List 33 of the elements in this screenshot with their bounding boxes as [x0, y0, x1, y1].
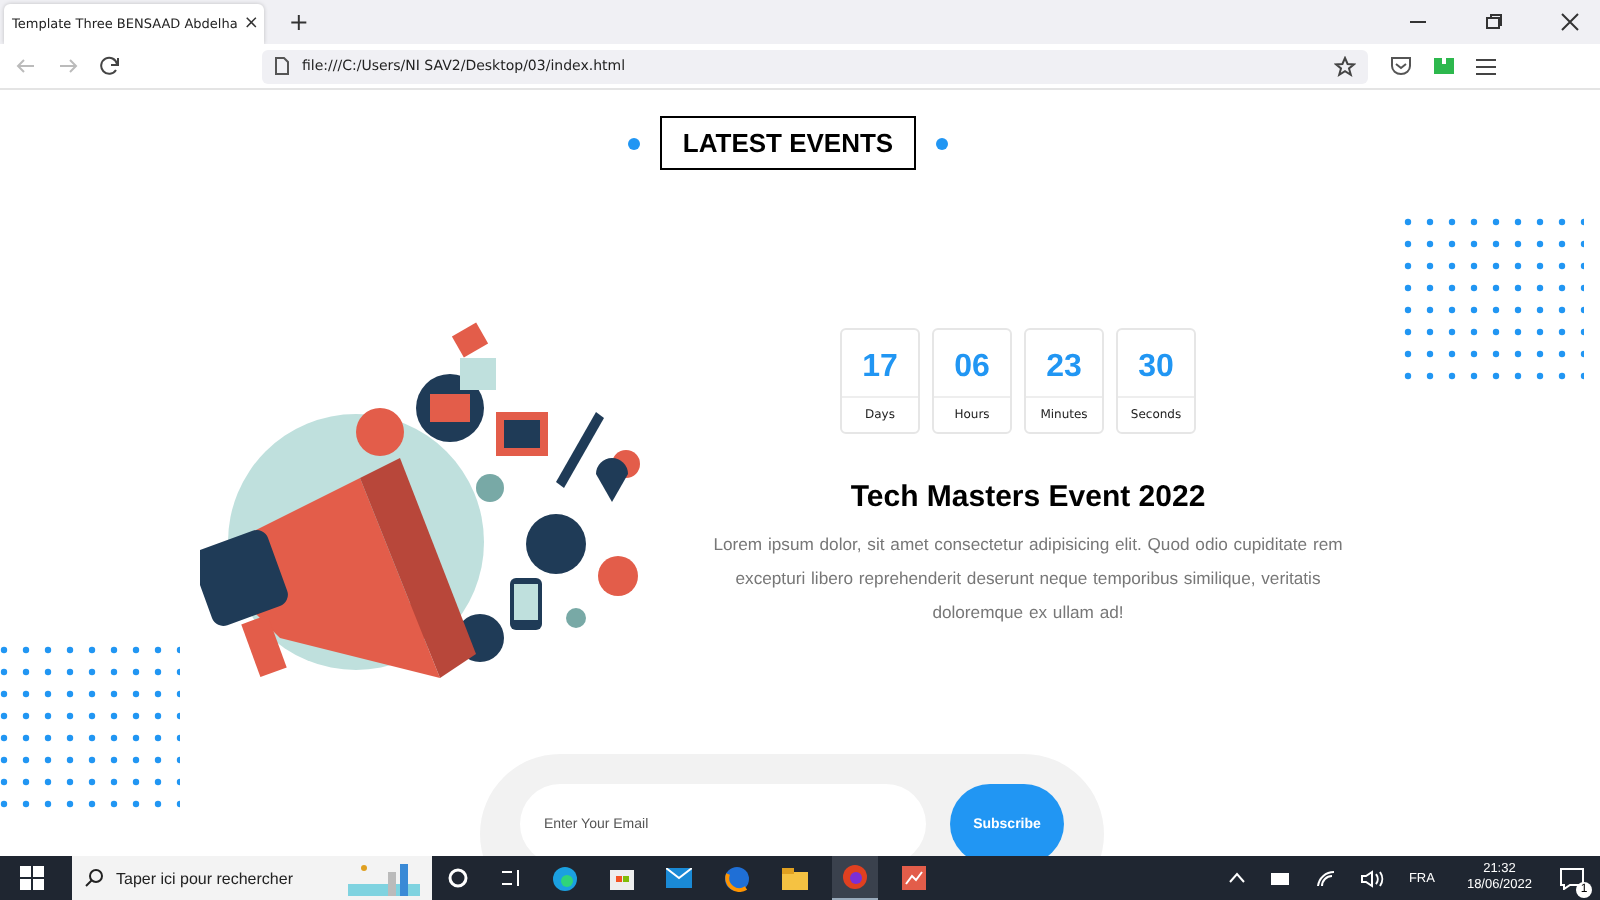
star-icon[interactable]: [1334, 55, 1356, 77]
page-icon: [274, 56, 290, 76]
cortana-icon[interactable]: [448, 868, 468, 888]
store-icon[interactable]: [610, 866, 634, 890]
heading-dot: [935, 137, 948, 149]
countdown-value: 06: [934, 330, 1010, 398]
restore-icon[interactable]: [1484, 12, 1504, 32]
heading-dot: [628, 137, 641, 149]
caret-up-icon[interactable]: [1228, 872, 1247, 884]
countdown-value: 23: [1026, 330, 1102, 398]
reload-icon[interactable]: [100, 56, 120, 76]
countdown-value: 30: [1118, 330, 1194, 398]
mail-icon[interactable]: [666, 868, 692, 888]
windows-start-icon[interactable]: [20, 866, 44, 890]
speaker-icon[interactable]: [1360, 869, 1385, 887]
firefox-icon[interactable]: [724, 865, 750, 891]
search-icon: [84, 868, 104, 888]
event-title: Tech Masters Event 2022: [850, 480, 1206, 514]
event-description: Lorem ipsum dolor, sit amet consectetur adipisicing elit. Quod odio cupiditate rem excepturi libero reprehenderit deserunt neque temporibus similique, veritatis doloremque ex ullam ad!: [711, 532, 1345, 626]
shield-icon[interactable]: [1390, 56, 1412, 76]
extension-icon[interactable]: [1434, 58, 1454, 74]
edge-icon[interactable]: [552, 865, 578, 891]
search-placeholder: Taper ici pour rechercher: [116, 869, 293, 887]
menu-icon[interactable]: [1476, 57, 1496, 75]
tab-close-button[interactable]: ×: [243, 14, 259, 34]
folder-icon[interactable]: [782, 867, 808, 889]
new-tab-button[interactable]: +: [288, 8, 309, 36]
section-heading: LATEST EVENTS: [660, 116, 916, 170]
taskbar-search-field[interactable]: Taper ici pour rechercher: [72, 856, 432, 900]
notification-icon[interactable]: [1560, 867, 1584, 889]
countdown-value: 17: [842, 330, 918, 398]
task-view-icon[interactable]: [500, 868, 520, 888]
close-icon[interactable]: [1560, 12, 1580, 32]
